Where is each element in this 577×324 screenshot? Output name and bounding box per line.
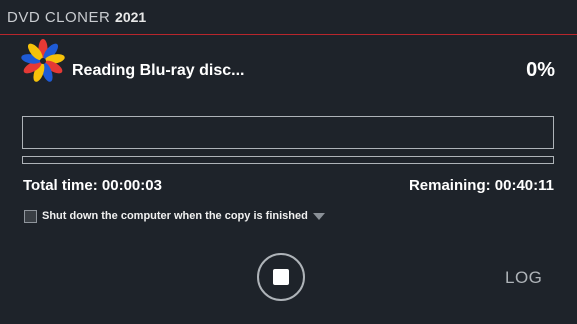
chevron-down-icon[interactable] bbox=[312, 212, 325, 220]
remaining-time: Remaining: 00:40:11 bbox=[408, 177, 554, 194]
status-message: Reading Blu-ray disc... bbox=[72, 62, 245, 79]
shutdown-checkbox[interactable] bbox=[24, 209, 37, 223]
dvdcloner-logo-icon bbox=[21, 39, 65, 82]
shutdown-option[interactable]: Shut down the computer when the copy is … bbox=[24, 208, 325, 224]
brand-year: 2021 bbox=[115, 9, 147, 25]
stop-icon bbox=[273, 269, 289, 285]
log-button[interactable]: LOG bbox=[505, 268, 542, 288]
title-bar: DVD CLONER 2021 bbox=[0, 0, 577, 35]
brand-name: DVD CLONER bbox=[7, 9, 111, 26]
progress-percent: 0% bbox=[526, 59, 555, 81]
status-log-box bbox=[22, 116, 554, 149]
stop-button[interactable] bbox=[257, 253, 305, 301]
app-brand: DVD CLONER 2021 bbox=[7, 9, 146, 26]
app-window: DVD CLONER 2021 Reading Blu-ray disc... … bbox=[0, 0, 577, 324]
shutdown-label: Shut down the computer when the copy is … bbox=[42, 210, 308, 222]
total-time: Total time: 00:00:03 bbox=[23, 177, 162, 194]
progress-bar bbox=[22, 156, 554, 164]
